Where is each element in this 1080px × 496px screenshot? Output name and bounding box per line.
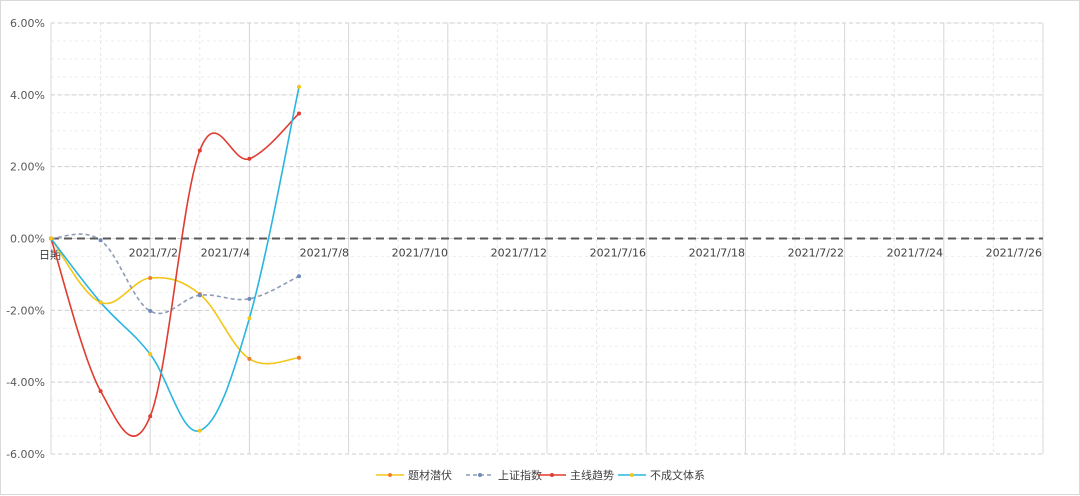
data-point xyxy=(98,300,103,305)
legend-label: 主线趋势 xyxy=(570,468,614,482)
legend-label: 题材潜伏 xyxy=(408,468,452,482)
legend-label: 不成文体系 xyxy=(650,468,705,482)
data-point xyxy=(297,84,301,89)
x-tick-label: 2021/7/2 xyxy=(129,247,178,260)
data-point xyxy=(148,276,153,281)
data-point xyxy=(148,309,153,314)
data-point xyxy=(49,236,53,241)
data-point xyxy=(148,352,153,357)
x-tick-label: 2021/7/24 xyxy=(887,247,943,260)
y-tick-label: -2.00% xyxy=(6,304,45,317)
x-tick-label: 2021/7/16 xyxy=(590,247,646,260)
data-point xyxy=(247,316,252,321)
legend-marker xyxy=(388,473,392,477)
data-point xyxy=(247,296,252,301)
data-point xyxy=(247,356,252,361)
y-tick-label: -6.00% xyxy=(6,448,45,461)
y-tick-label: -4.00% xyxy=(6,376,45,389)
x-tick-label: 2021/7/8 xyxy=(300,247,349,260)
legend-marker xyxy=(630,473,634,477)
data-point xyxy=(197,428,202,433)
y-tick-label: 2.00% xyxy=(10,161,45,174)
data-point xyxy=(297,274,301,279)
data-point xyxy=(197,148,202,153)
chart-frame: 6.00% 4.00% 2.00% 0.00% -2.00% -4.00% -6.00% 20… xyxy=(0,0,1080,495)
legend-marker xyxy=(550,473,554,477)
legend-label: 上证指数 xyxy=(498,468,542,482)
y-tick-label: 4.00% xyxy=(10,89,45,102)
x-tick-label: 2021/7/10 xyxy=(392,247,448,260)
x-tick-label: 2021/7/26 xyxy=(986,247,1042,260)
data-point xyxy=(247,156,252,161)
legend-marker xyxy=(478,473,482,477)
line-chart: 6.00% 4.00% 2.00% 0.00% -2.00% -4.00% -6.00% 20… xyxy=(6,17,1044,482)
data-point xyxy=(98,389,103,394)
data-point xyxy=(98,238,103,243)
data-point xyxy=(297,355,301,360)
x-tick-label: 2021/7/18 xyxy=(689,247,745,260)
y-tick-label: 6.00% xyxy=(10,17,45,30)
data-point xyxy=(197,293,202,298)
data-point xyxy=(297,111,301,116)
x-tick-label: 2021/7/4 xyxy=(201,247,250,260)
x-tick-label: 2021/7/12 xyxy=(491,247,547,260)
data-point xyxy=(148,414,153,419)
y-tick-label: 0.00% xyxy=(10,233,45,246)
x-tick-label: 2021/7/22 xyxy=(788,247,844,260)
